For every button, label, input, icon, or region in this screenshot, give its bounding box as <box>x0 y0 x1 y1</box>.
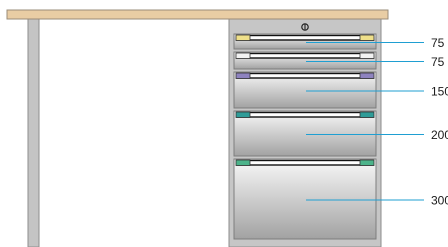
label-clip-right-icon <box>359 111 375 118</box>
drawer-handle[interactable] <box>236 34 374 41</box>
label-clip-left-icon <box>235 159 251 166</box>
drawer-height-label: 75 <box>431 55 445 69</box>
label-clip-right-icon <box>359 34 375 41</box>
label-clip-left-icon <box>235 72 251 79</box>
drawer-front[interactable] <box>233 110 377 157</box>
drawer-handle[interactable] <box>236 52 374 59</box>
drawer-handle[interactable] <box>236 111 374 118</box>
left-leg <box>27 17 40 247</box>
drawer-height-label: 150 <box>431 85 448 99</box>
label-clip-left-icon <box>235 34 251 41</box>
drawer-handle[interactable] <box>236 159 374 166</box>
drawer-front[interactable] <box>233 158 377 240</box>
label-clip-left-icon <box>235 111 251 118</box>
label-clip-right-icon <box>359 159 375 166</box>
drawer-handle[interactable] <box>236 72 374 79</box>
label-clip-right-icon <box>359 52 375 59</box>
label-clip-left-icon <box>235 52 251 59</box>
drawer-height-label: 300 <box>431 194 448 208</box>
workbench-diagram: 75 75 150 200 300 <box>6 9 448 247</box>
drawer-height-label: 200 <box>431 128 448 142</box>
label-clip-right-icon <box>359 72 375 79</box>
drawer-height-label: 75 <box>431 36 445 50</box>
drawers-group <box>233 33 377 240</box>
worktop <box>6 9 389 20</box>
